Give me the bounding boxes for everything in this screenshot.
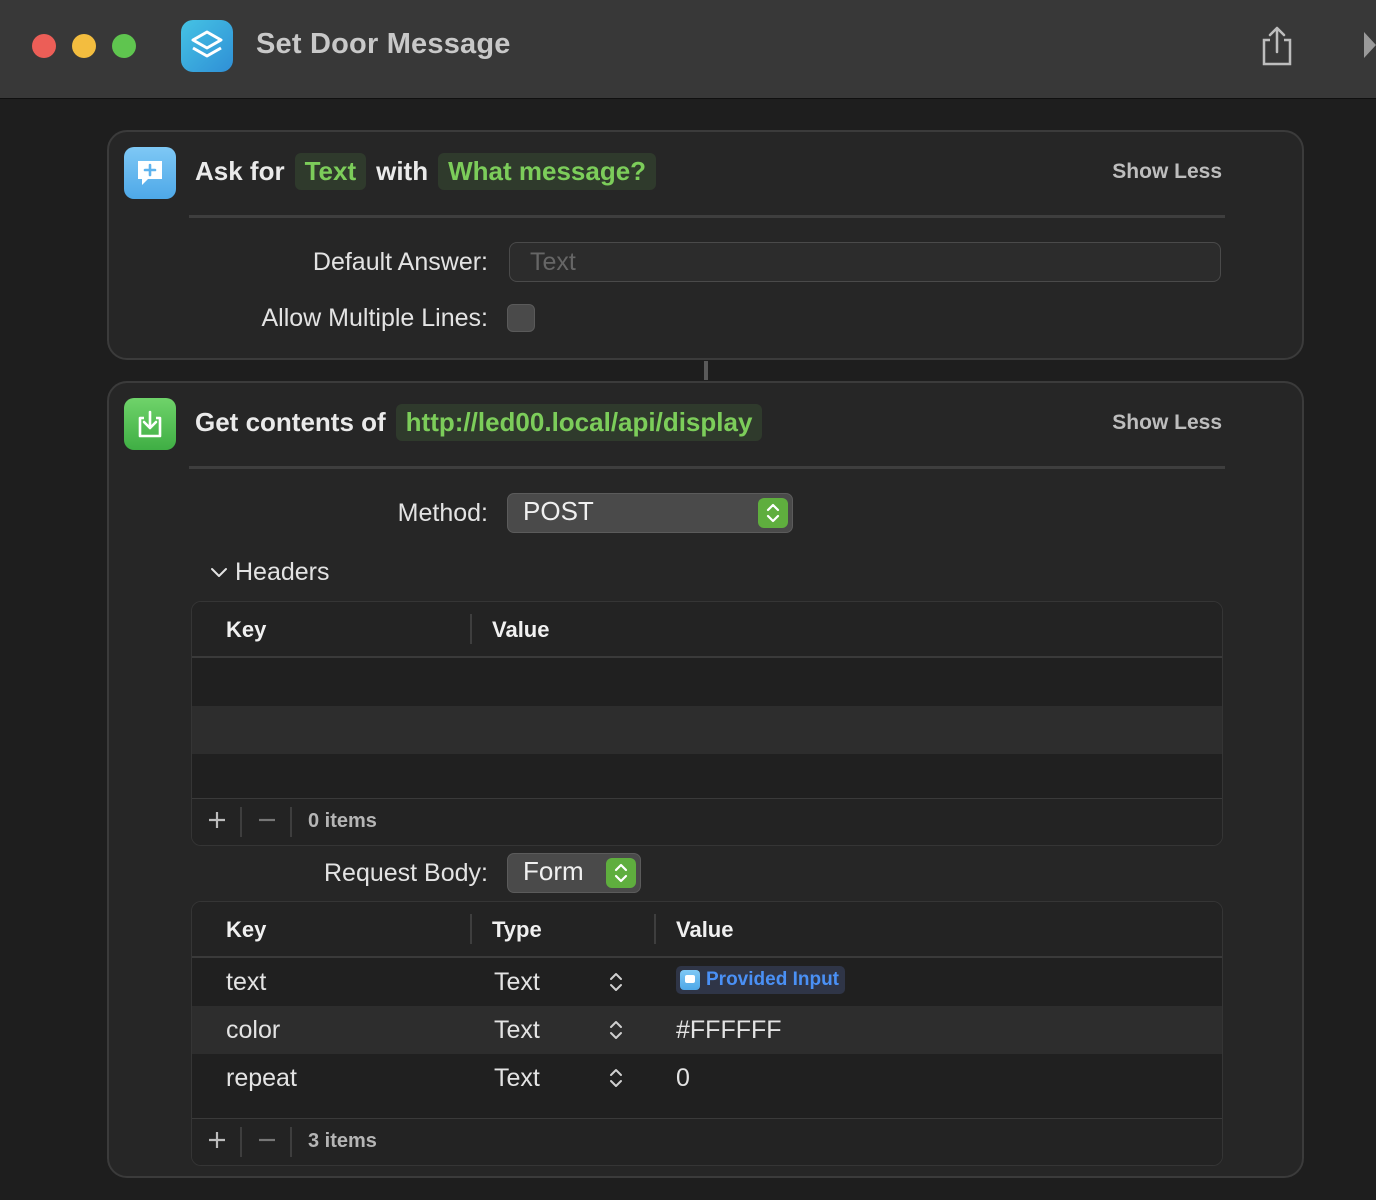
download-icon [124, 398, 176, 450]
table-row [192, 706, 1222, 754]
action-connector [704, 361, 708, 380]
remove-row-button[interactable] [252, 805, 282, 835]
column-header-key[interactable]: Key [226, 617, 266, 643]
row-value[interactable]: 0 [676, 1064, 690, 1093]
row-type[interactable]: Text [494, 1064, 540, 1093]
column-divider [470, 914, 472, 944]
share-icon[interactable] [1258, 24, 1296, 68]
input-type-token[interactable]: Text [294, 152, 367, 190]
ask-input-icon [124, 147, 176, 199]
table-header: Key Value [192, 602, 1222, 658]
request-body-table: Key Type Value text Text Provided Input … [191, 901, 1223, 1166]
table-row [192, 754, 1222, 802]
divider [189, 466, 1225, 469]
table-row[interactable]: repeat Text 0 [192, 1054, 1222, 1102]
default-answer-label: Default Answer: [312, 248, 488, 276]
request-body-label: Request Body: [324, 859, 488, 887]
column-header-key[interactable]: Key [226, 917, 266, 943]
table-header: Key Type Value [192, 902, 1222, 958]
chevron-up-down-icon [606, 858, 636, 888]
table-footer: 0 items [192, 798, 1222, 845]
table-row [192, 658, 1222, 706]
chevron-down-icon [211, 567, 227, 577]
row-key[interactable]: text [226, 968, 266, 997]
action-header: Ask for Text with What message? [195, 150, 657, 192]
column-divider [654, 914, 656, 944]
column-divider [470, 614, 472, 644]
row-key[interactable]: color [226, 1016, 280, 1045]
add-row-button[interactable] [202, 1125, 232, 1155]
close-window-button[interactable] [32, 34, 56, 58]
shortcuts-icon [181, 20, 233, 72]
zoom-window-button[interactable] [112, 34, 136, 58]
chevron-up-down-icon[interactable] [608, 1066, 624, 1090]
show-less-button[interactable]: Show Less [1112, 411, 1222, 435]
footer-divider [290, 807, 292, 837]
column-header-value[interactable]: Value [492, 617, 549, 643]
action-joiner: with [376, 155, 429, 186]
run-icon[interactable] [1362, 30, 1376, 60]
remove-row-button[interactable] [252, 1125, 282, 1155]
default-answer-field[interactable]: Text [509, 242, 1221, 282]
action-header: Get contents of http://led00.local/api/d… [195, 401, 763, 443]
table-row[interactable]: color Text #FFFFFF [192, 1006, 1222, 1054]
method-label: Method: [397, 499, 488, 527]
request-body-popup[interactable]: Form [507, 853, 641, 893]
variable-label: Provided Input [706, 969, 839, 990]
method-value: POST [523, 496, 594, 526]
chevron-up-down-icon[interactable] [608, 1018, 624, 1042]
allow-multiple-lines-checkbox[interactable] [507, 304, 535, 332]
title-bar: Set Door Message [0, 0, 1376, 99]
footer-divider [240, 807, 242, 837]
headers-label: Headers [235, 558, 330, 586]
request-body-value: Form [523, 856, 584, 886]
get-contents-action[interactable]: Get contents of http://led00.local/api/d… [107, 381, 1304, 1178]
allow-multiple-lines-label: Allow Multiple Lines: [261, 304, 489, 332]
method-popup[interactable]: POST [507, 493, 793, 533]
action-prefix: Ask for [195, 155, 285, 186]
headers-disclosure[interactable]: Headers [209, 558, 330, 587]
item-count: 3 items [308, 1130, 377, 1152]
row-type[interactable]: Text [494, 1016, 540, 1045]
row-type[interactable]: Text [494, 968, 540, 997]
divider [189, 215, 1225, 218]
footer-divider [240, 1127, 242, 1157]
ask-for-input-action[interactable]: Ask for Text with What message? Show Les… [107, 130, 1304, 360]
ask-input-icon [680, 970, 700, 990]
show-less-button[interactable]: Show Less [1112, 160, 1222, 184]
provided-input-variable[interactable]: Provided Input [676, 966, 845, 994]
row-key[interactable]: repeat [226, 1064, 297, 1093]
url-token[interactable]: http://led00.local/api/display [395, 403, 763, 441]
add-row-button[interactable] [202, 805, 232, 835]
item-count: 0 items [308, 810, 377, 832]
chevron-up-down-icon[interactable] [608, 970, 624, 994]
window-title: Set Door Message [256, 28, 511, 60]
table-footer: 3 items [192, 1118, 1222, 1165]
prompt-token[interactable]: What message? [438, 152, 657, 190]
action-prefix: Get contents of [195, 406, 386, 437]
headers-table: Key Value 0 items [191, 601, 1223, 846]
column-header-type[interactable]: Type [492, 917, 542, 943]
table-row[interactable]: text Text Provided Input [192, 958, 1222, 1006]
minimize-window-button[interactable] [72, 34, 96, 58]
footer-divider [290, 1127, 292, 1157]
row-value[interactable]: #FFFFFF [676, 1016, 782, 1045]
chevron-up-down-icon [758, 498, 788, 528]
column-header-value[interactable]: Value [676, 917, 733, 943]
